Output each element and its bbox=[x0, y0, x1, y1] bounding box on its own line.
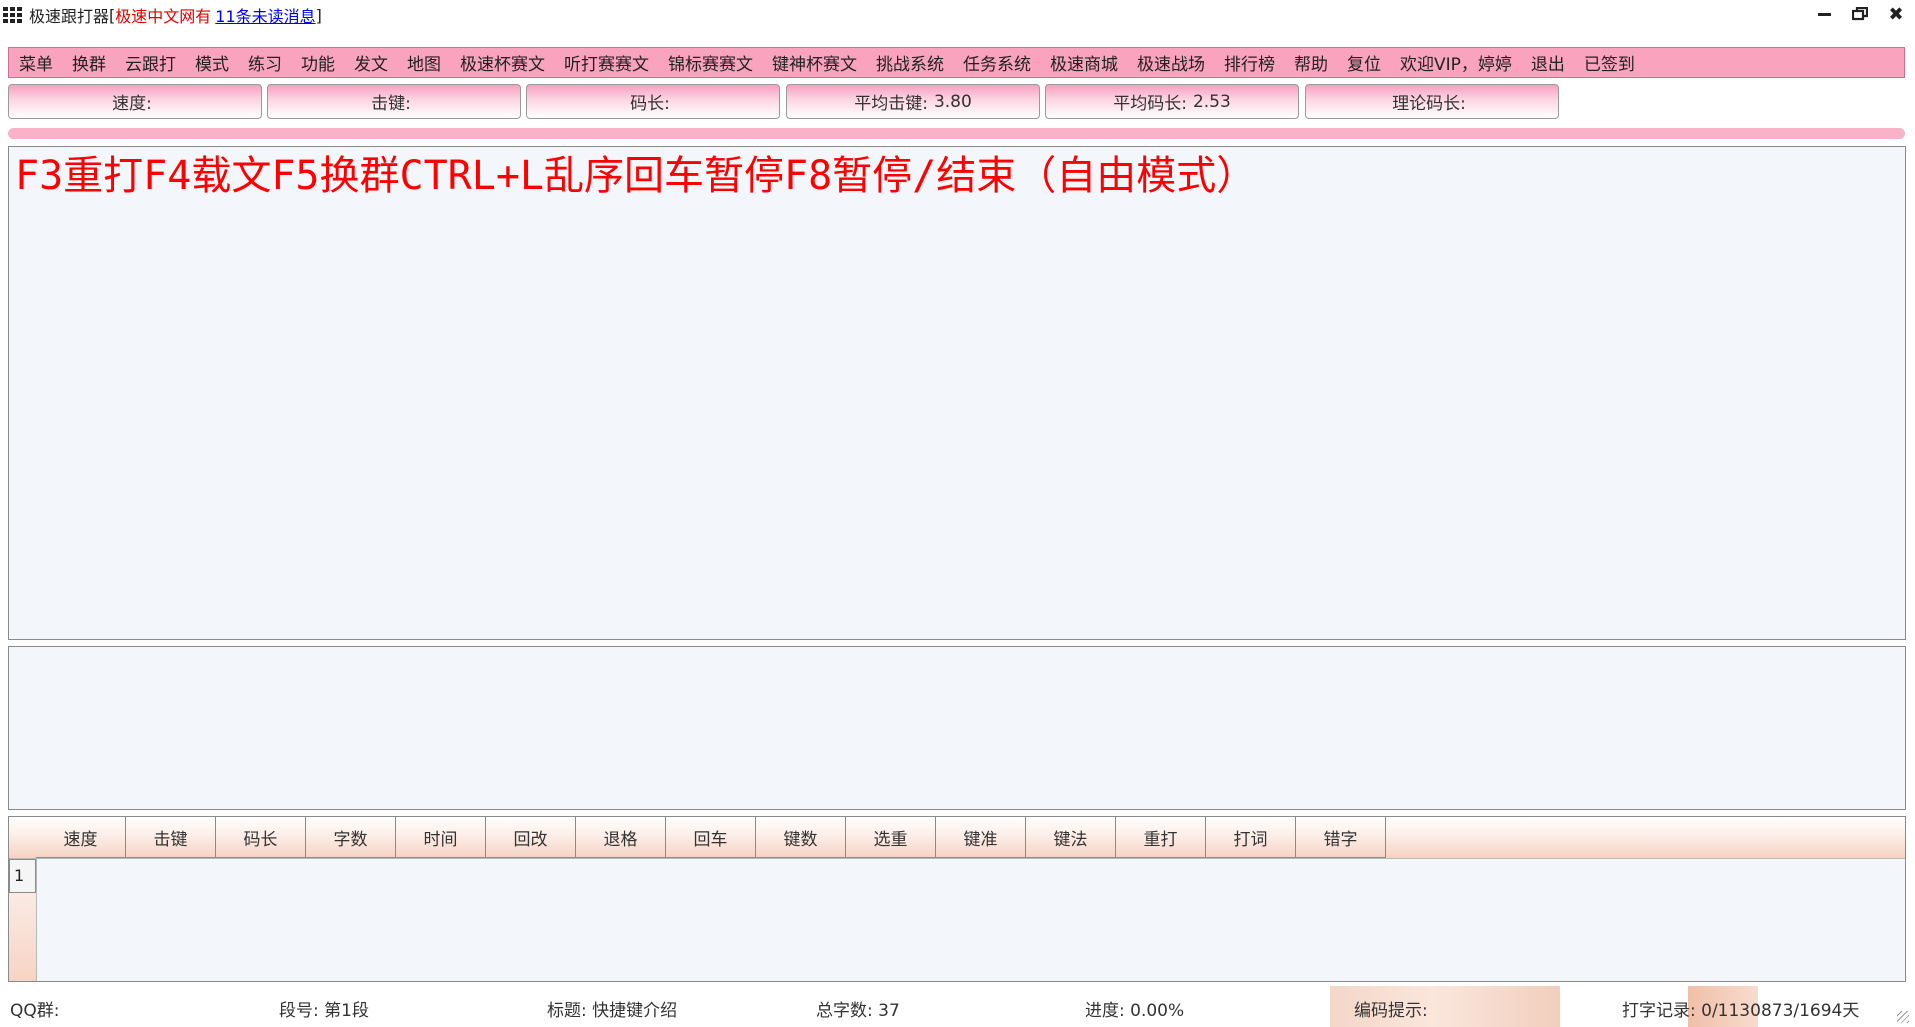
column-header[interactable]: 选重 bbox=[846, 817, 936, 858]
article-text: F3重打F4载文F5换群CTRL+L乱序回车暂停F8暂停/结束（自由模式） bbox=[15, 153, 1257, 199]
menu-item[interactable]: 锦标赛赛文 bbox=[668, 50, 753, 75]
minimize-button[interactable] bbox=[1813, 2, 1835, 26]
menu-item[interactable]: 菜单 bbox=[19, 50, 53, 75]
menu-item[interactable]: 地图 bbox=[407, 50, 441, 75]
qq-group-label: QQ群: bbox=[10, 1001, 60, 1021]
stat-label: 击键: bbox=[371, 94, 411, 114]
restore-icon bbox=[1852, 7, 1868, 21]
column-header[interactable]: 退格 bbox=[576, 817, 666, 858]
article-text-area[interactable]: F3重打F4载文F5换群CTRL+L乱序回车暂停F8暂停/结束（自由模式） bbox=[8, 146, 1906, 640]
column-header[interactable]: 速度 bbox=[36, 817, 126, 858]
progress-text: 进度: 0.00% bbox=[1085, 1001, 1185, 1021]
typing-input-area[interactable] bbox=[8, 646, 1906, 810]
menu-item[interactable]: 任务系统 bbox=[963, 50, 1031, 75]
window-controls: ✖ bbox=[1813, 2, 1907, 26]
column-header[interactable]: 键准 bbox=[936, 817, 1026, 858]
menu-item[interactable]: 云跟打 bbox=[125, 50, 176, 75]
total-chars: 总字数: 37 bbox=[816, 1001, 900, 1021]
close-button[interactable]: ✖ bbox=[1885, 2, 1907, 26]
column-header[interactable]: 码长 bbox=[216, 817, 306, 858]
status-bar: QQ群: 段号: 第1段 标题: 快捷键介绍 总字数: 37 进度: 0.00%… bbox=[0, 986, 1915, 1027]
stat-value: 3.80 bbox=[933, 91, 972, 112]
title-bar: 极速跟打器 [ 极速中文网有 11条未读消息 ] ✖ bbox=[0, 0, 1915, 30]
menu-item[interactable]: 极速杯赛文 bbox=[460, 50, 545, 75]
menu-item[interactable]: 排行榜 bbox=[1224, 50, 1275, 75]
code-hint: 编码提示: bbox=[1354, 1001, 1428, 1021]
minimize-icon bbox=[1817, 12, 1831, 16]
stat-box: 理论码长: bbox=[1305, 84, 1559, 119]
column-header[interactable]: 击键 bbox=[126, 817, 216, 858]
menu-item[interactable]: 练习 bbox=[248, 50, 282, 75]
stat-label: 平均码长: bbox=[1113, 94, 1187, 114]
menu-item[interactable]: 已签到 bbox=[1584, 50, 1635, 75]
menu-item[interactable]: 复位 bbox=[1347, 50, 1381, 75]
column-header[interactable]: 错字 bbox=[1296, 817, 1386, 858]
column-header[interactable]: 打词 bbox=[1206, 817, 1296, 858]
menu-item[interactable]: 退出 bbox=[1531, 50, 1565, 75]
segment-number: 段号: 第1段 bbox=[279, 1001, 369, 1021]
stat-box: 平均击键: 3.80 bbox=[786, 84, 1040, 119]
menu-item[interactable]: 换群 bbox=[72, 50, 106, 75]
close-icon: ✖ bbox=[1888, 3, 1904, 25]
column-header[interactable]: 字数 bbox=[306, 817, 396, 858]
stat-box: 平均码长: 2.53 bbox=[1045, 84, 1299, 119]
menu-item[interactable]: 欢迎VIP，婷婷 bbox=[1400, 50, 1512, 75]
column-header[interactable]: 键法 bbox=[1026, 817, 1116, 858]
stat-box: 速度: bbox=[8, 84, 262, 119]
results-table[interactable]: 速度 击键 码长 字数 时间 回改 退格 回车 键数 选重 键准 键法 重打 打词 错字 1 bbox=[8, 816, 1906, 982]
menu-bar: 菜单 换群 云跟打 模式 练习 功能 发文 地图 极速杯赛文 听打赛赛文 锦标赛赛文 键神杯赛文 挑战系… bbox=[8, 47, 1905, 78]
column-header[interactable]: 键数 bbox=[756, 817, 846, 858]
article-title: 标题: 快捷键介绍 bbox=[547, 1001, 678, 1021]
row-index[interactable]: 1 bbox=[9, 859, 36, 893]
menu-item[interactable]: 极速战场 bbox=[1137, 50, 1205, 75]
menu-item[interactable]: 功能 bbox=[301, 50, 335, 75]
stat-box: 码长: bbox=[526, 84, 780, 119]
stat-label: 理论码长: bbox=[1392, 94, 1466, 114]
window-title: 极速跟打器 bbox=[29, 7, 110, 26]
stat-label: 码长: bbox=[630, 94, 670, 114]
table-header: 速度 击键 码长 字数 时间 回改 退格 回车 键数 选重 键准 键法 重打 打词 错字 bbox=[9, 817, 1905, 859]
menu-item[interactable]: 键神杯赛文 bbox=[772, 50, 857, 75]
title-bracket-close: ] bbox=[315, 5, 322, 25]
app-grid-icon bbox=[3, 7, 23, 23]
stats-row: 速度: 击键: 码长: 平均击键: 3.80 平均码长: 2.53 理论码长: bbox=[8, 84, 1906, 120]
site-name: 极速中文网有 bbox=[115, 7, 212, 26]
stat-label: 平均击键: bbox=[854, 94, 928, 114]
stat-box: 击键: bbox=[267, 84, 521, 119]
stat-value: 2.53 bbox=[1192, 91, 1231, 112]
menu-item[interactable]: 模式 bbox=[195, 50, 229, 75]
unread-messages-link[interactable]: 11条未读消息 bbox=[215, 3, 315, 27]
column-header[interactable]: 重打 bbox=[1116, 817, 1206, 858]
menu-item[interactable]: 发文 bbox=[354, 50, 388, 75]
restore-button[interactable] bbox=[1849, 2, 1871, 26]
progress-bar bbox=[8, 128, 1905, 139]
column-header[interactable]: 回车 bbox=[666, 817, 756, 858]
stat-label: 速度: bbox=[112, 94, 152, 114]
menu-item[interactable]: 挑战系统 bbox=[876, 50, 944, 75]
column-header[interactable]: 回改 bbox=[486, 817, 576, 858]
column-header[interactable]: 时间 bbox=[396, 817, 486, 858]
menu-item[interactable]: 极速商城 bbox=[1050, 50, 1118, 75]
typing-record: 打字记录: 0/1130873/1694天 bbox=[1622, 1001, 1860, 1021]
menu-item[interactable]: 听打赛赛文 bbox=[564, 50, 649, 75]
menu-item[interactable]: 帮助 bbox=[1294, 50, 1328, 75]
resize-grip-icon[interactable] bbox=[1897, 1011, 1909, 1023]
